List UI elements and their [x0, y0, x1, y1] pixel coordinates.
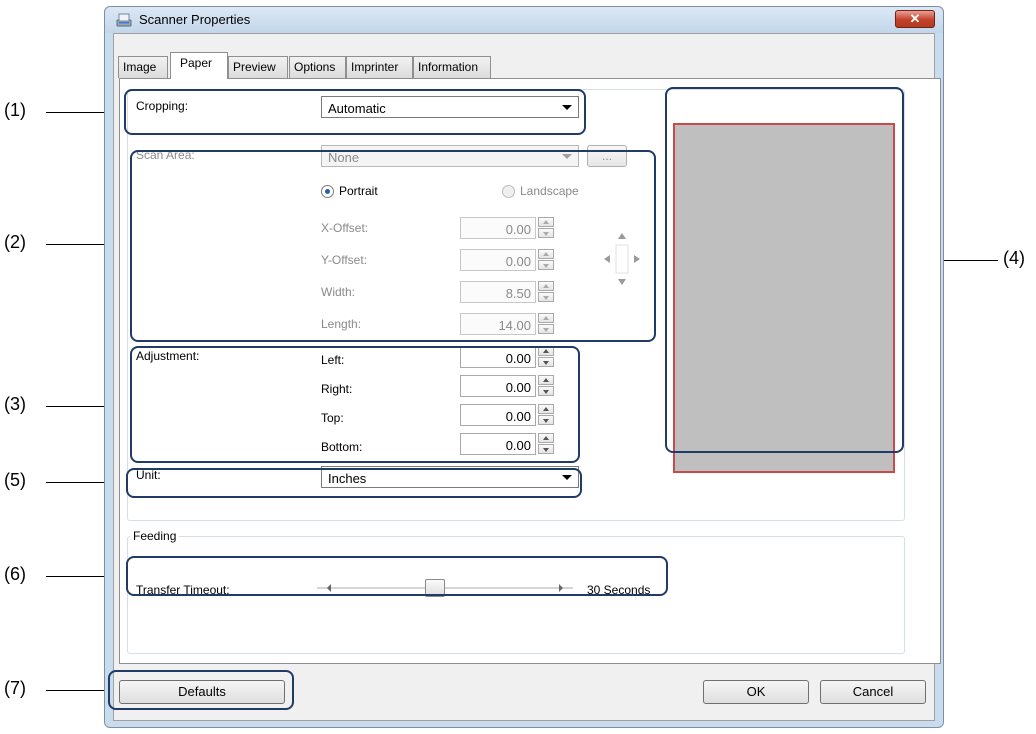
ok-button[interactable]: OK: [703, 680, 809, 704]
tab-preview[interactable]: Preview: [228, 56, 288, 78]
defaults-button[interactable]: Defaults: [119, 680, 285, 704]
paper-tab-panel: Cropping: Automatic Scan Area: None ... …: [119, 78, 941, 664]
landscape-label: Landscape: [520, 184, 579, 198]
slider-thumb[interactable]: [425, 579, 446, 597]
length-spinner[interactable]: 14.00: [460, 313, 560, 335]
cropping-dropdown[interactable]: Automatic: [321, 96, 579, 118]
width-label: Width:: [321, 285, 356, 299]
spin-up-icon[interactable]: [538, 281, 554, 291]
spin-down-icon[interactable]: [538, 260, 554, 270]
tab-information[interactable]: Information: [413, 56, 491, 78]
cropping-label: Cropping:: [136, 99, 189, 113]
arrow-right-icon[interactable]: [559, 584, 563, 592]
spin-down-icon[interactable]: [538, 386, 554, 396]
callout-5: (5): [4, 470, 26, 490]
spin-up-icon[interactable]: [538, 375, 554, 385]
arrow-left-icon[interactable]: [327, 584, 331, 592]
chevron-down-icon: [562, 475, 572, 480]
length-label: Length:: [321, 317, 362, 331]
adjust-bottom-spinner[interactable]: 0.00: [460, 433, 560, 455]
callout-2: (2): [4, 232, 26, 252]
adjust-left-label: Left:: [321, 353, 345, 367]
y-offset-label: Y-Offset:: [321, 253, 368, 267]
window-title: Scanner Properties: [139, 12, 251, 27]
unit-dropdown[interactable]: Inches: [321, 466, 579, 488]
feeding-title: Feeding: [130, 529, 180, 543]
portrait-radio[interactable]: [321, 185, 334, 198]
spin-down-icon[interactable]: [538, 415, 554, 425]
landscape-radio[interactable]: [502, 185, 515, 198]
adjust-right-label: Right:: [321, 382, 353, 396]
spin-up-icon[interactable]: [538, 433, 554, 443]
chevron-down-icon: [562, 105, 572, 110]
adjustment-label: Adjustment:: [136, 349, 200, 363]
y-offset-spinner[interactable]: 0.00: [460, 249, 560, 271]
callout-1: (1): [4, 100, 26, 120]
scan-area-more-button[interactable]: ...: [587, 145, 627, 167]
direction-pad-icon[interactable]: [600, 229, 644, 289]
callout-4: (4): [1003, 248, 1025, 268]
spin-down-icon[interactable]: [538, 357, 554, 367]
callout-3: (3): [4, 394, 26, 414]
tab-options[interactable]: Options: [289, 56, 346, 78]
transfer-timeout-slider[interactable]: [317, 577, 573, 599]
chevron-down-icon: [562, 154, 572, 159]
spin-up-icon[interactable]: [538, 249, 554, 259]
spin-down-icon[interactable]: [538, 444, 554, 454]
spin-down-icon[interactable]: [538, 324, 554, 334]
adjust-left-spinner[interactable]: 0.00: [460, 346, 560, 368]
x-offset-spinner[interactable]: 0.00: [460, 217, 560, 239]
tab-image[interactable]: Image: [118, 56, 168, 78]
dialog-client: Image Paper Preview Options Imprinter In…: [113, 33, 941, 721]
transfer-timeout-label: Transfer Timeout:: [136, 583, 230, 597]
spin-down-icon[interactable]: [538, 292, 554, 302]
transfer-timeout-value: 30 Seconds: [587, 583, 651, 597]
page-preview: [673, 123, 895, 473]
callout-7-line: [46, 690, 110, 691]
scan-area-label: Scan Area:: [136, 148, 195, 162]
portrait-label: Portrait: [339, 184, 378, 198]
spin-up-icon[interactable]: [538, 217, 554, 227]
adjust-top-label: Top:: [321, 411, 344, 425]
spin-up-icon[interactable]: [538, 404, 554, 414]
adjust-top-spinner[interactable]: 0.00: [460, 404, 560, 426]
spin-up-icon[interactable]: [538, 346, 554, 356]
callout-6: (6): [4, 564, 26, 584]
width-spinner[interactable]: 8.50: [460, 281, 560, 303]
scanner-properties-window: Scanner Properties ✕ Image Paper Preview…: [104, 6, 944, 728]
tab-imprinter[interactable]: Imprinter: [346, 56, 413, 78]
tab-paper[interactable]: Paper: [170, 52, 228, 79]
adjust-bottom-label: Bottom:: [321, 440, 363, 454]
scan-area-dropdown[interactable]: None: [321, 145, 579, 167]
close-icon: ✕: [909, 11, 921, 26]
cancel-button[interactable]: Cancel: [820, 680, 926, 704]
scanner-icon: [116, 13, 132, 27]
spin-up-icon[interactable]: [538, 313, 554, 323]
x-offset-label: X-Offset:: [321, 221, 369, 235]
spin-down-icon[interactable]: [538, 228, 554, 238]
close-button[interactable]: ✕: [895, 10, 935, 28]
adjust-right-spinner[interactable]: 0.00: [460, 375, 560, 397]
title-bar: Scanner Properties ✕: [105, 7, 943, 33]
callout-7: (7): [4, 678, 26, 698]
unit-label: Unit:: [136, 468, 161, 482]
